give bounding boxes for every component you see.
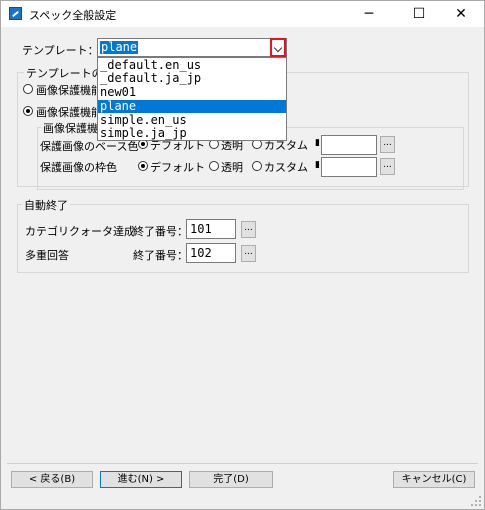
multi-end-number-input[interactable]: 102	[186, 243, 236, 263]
base-color-browse-button[interactable]: ...	[380, 136, 395, 153]
app-icon	[9, 7, 22, 20]
close-button[interactable]: ✕	[438, 1, 484, 27]
base-color-input[interactable]	[321, 135, 377, 155]
protection-off-label: 画像保護機能	[36, 84, 102, 97]
dropdown-option[interactable]: _default.ja_jp	[98, 72, 286, 85]
frame-color-label: 保護画像の枠色	[40, 161, 117, 174]
dialog-window: スペック全般設定 ─ ☐ ✕ テンプレート： テンプレートの 画像保護機能 画像…	[0, 0, 485, 510]
quota-label: カテゴリクォータ達成	[25, 225, 135, 238]
protection-on-label: 画像保護機能	[36, 106, 102, 119]
frame-default-radio[interactable]	[138, 161, 148, 171]
minimize-button[interactable]: ─	[346, 1, 392, 27]
dropdown-option-selected[interactable]: plane	[98, 100, 286, 113]
template-group-label: テンプレートの	[24, 65, 105, 81]
template-label: テンプレート：	[22, 44, 99, 57]
frame-transparent-label: 透明	[221, 161, 243, 174]
quota-end-number-input[interactable]: 101	[186, 219, 236, 239]
next-button[interactable]: 進む(N) >	[100, 471, 182, 488]
template-combo[interactable]: plane	[97, 38, 287, 57]
multi-answer-label: 多重回答	[25, 249, 69, 262]
finish-button[interactable]: 完了(D)	[189, 471, 273, 488]
template-dropdown-list: _default.en_us _default.ja_jp new01 plan…	[97, 57, 287, 141]
color-swatch-icon: ▮	[315, 138, 320, 148]
frame-swatch-icon: ▮	[315, 160, 320, 170]
protection-off-radio[interactable]	[23, 84, 33, 94]
back-button[interactable]: < 戻る(B)	[11, 471, 93, 488]
footer-divider	[7, 463, 478, 464]
protection-on-radio[interactable]	[23, 106, 33, 116]
quota-end-number-label: 終了番号：	[133, 225, 188, 238]
frame-custom-label: カスタム	[264, 161, 308, 174]
cancel-button[interactable]: キャンセル(C)	[393, 471, 475, 488]
multi-browse-button[interactable]: ...	[241, 245, 256, 262]
multi-end-number-label: 終了番号：	[133, 249, 188, 262]
title-bar: スペック全般設定 ─ ☐ ✕	[1, 1, 484, 27]
chevron-down-icon[interactable]	[270, 38, 286, 57]
frame-color-browse-button[interactable]: ...	[380, 158, 395, 175]
maximize-button[interactable]: ☐	[396, 1, 442, 27]
window-title: スペック全般設定	[29, 9, 117, 22]
template-combo-value: plane	[100, 40, 139, 54]
quota-browse-button[interactable]: ...	[241, 221, 256, 238]
resize-grip-icon[interactable]	[471, 496, 481, 506]
frame-color-input[interactable]	[321, 157, 377, 177]
dropdown-option[interactable]: simple.ja_jp	[98, 127, 286, 140]
frame-transparent-radio[interactable]	[209, 161, 219, 171]
frame-default-label: デフォルト	[150, 161, 205, 174]
frame-custom-radio[interactable]	[252, 161, 262, 171]
auto-end-group-label: 自動終了	[22, 197, 70, 213]
dropdown-option[interactable]: new01	[98, 86, 286, 99]
